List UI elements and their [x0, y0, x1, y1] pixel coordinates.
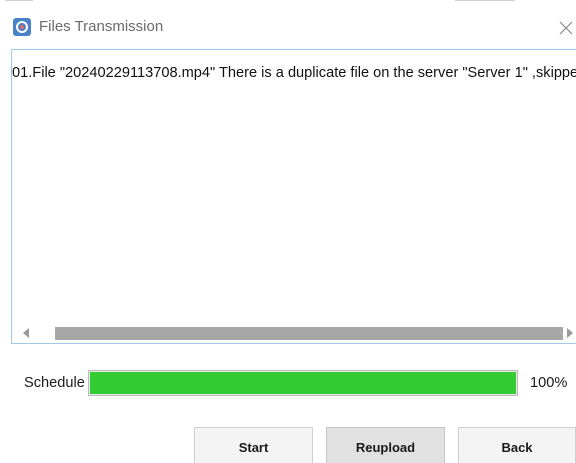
scroll-left-arrow-icon[interactable]	[23, 328, 29, 338]
start-button[interactable]: Start	[194, 427, 313, 463]
horizontal-scrollbar[interactable]	[12, 323, 576, 343]
progress-percent: 100%	[530, 375, 568, 391]
title-bar[interactable]: Files Transmission	[0, 8, 576, 44]
window-top-border	[0, 0, 576, 3]
progress-fill	[90, 372, 516, 394]
scroll-right-arrow-icon[interactable]	[567, 328, 573, 338]
gear-app-icon	[13, 18, 31, 36]
back-button[interactable]: Back	[458, 427, 576, 463]
window-title: Files Transmission	[39, 18, 164, 35]
close-icon[interactable]	[556, 16, 576, 38]
log-line: 01.File "20240229113708.mp4" There is a …	[12, 65, 576, 81]
transfer-log-panel[interactable]: 01.File "20240229113708.mp4" There is a …	[11, 49, 576, 344]
files-transmission-window: Files Transmission 01.File "202402291137…	[0, 0, 576, 463]
reupload-button[interactable]: Reupload	[326, 427, 445, 463]
schedule-label: Schedule	[24, 375, 85, 391]
schedule-progress-bar	[88, 370, 518, 396]
scrollbar-thumb[interactable]	[55, 327, 563, 340]
